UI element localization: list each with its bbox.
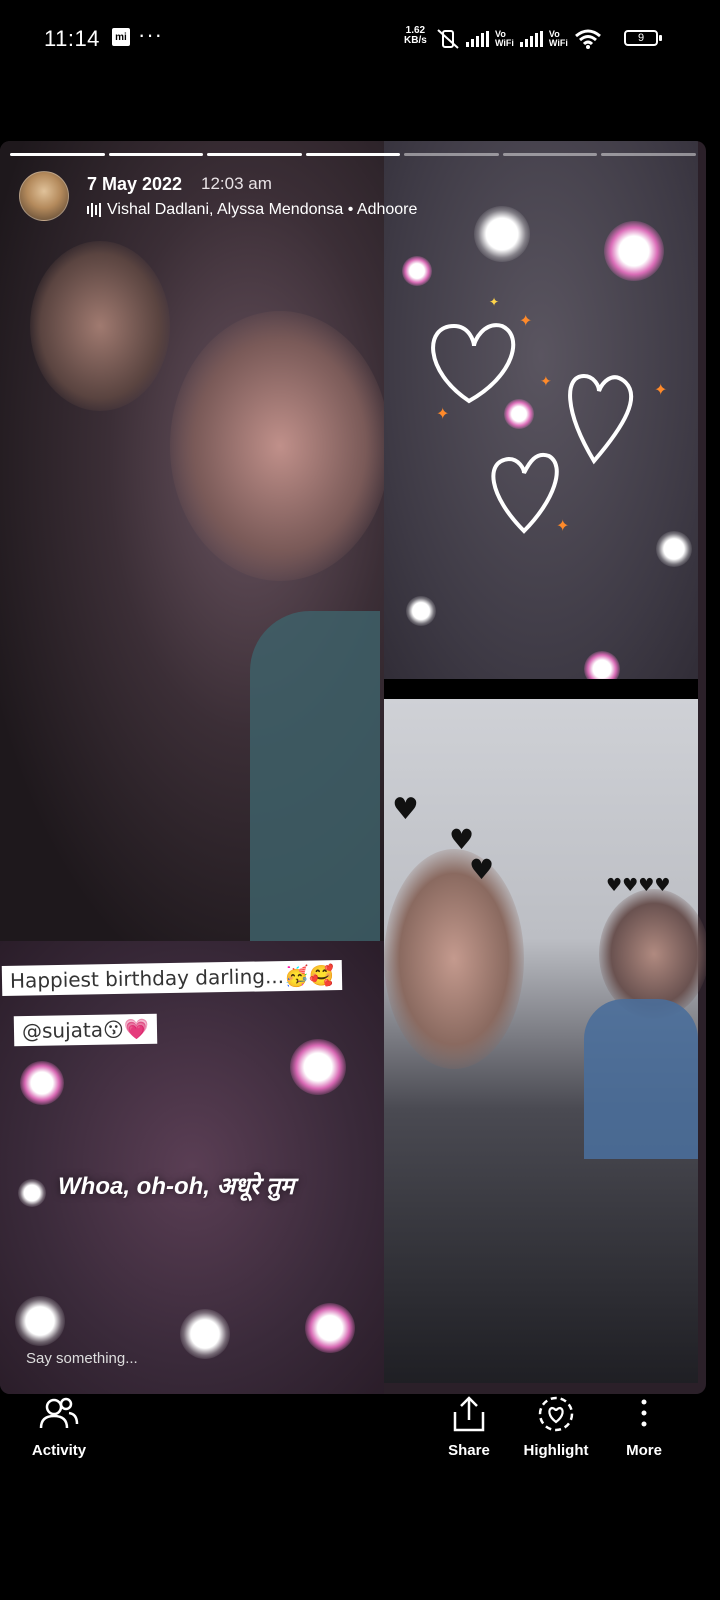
bottom-action-bar: Activity Share Highlight More [0, 1394, 720, 1484]
bokeh-light [180, 1309, 230, 1359]
progress-segment [207, 153, 302, 156]
status-bar: 11:14 mi ··· 1.62 KB/s Vo WiFi Vo WiFi 9 [0, 0, 720, 80]
more-button[interactable]: More [599, 1394, 689, 1459]
share-icon [453, 1396, 485, 1432]
progress-segment [404, 153, 499, 156]
bokeh-light [604, 221, 664, 281]
wifi-icon [574, 29, 601, 49]
more-notifications-icon: ··· [138, 22, 163, 47]
bokeh-light [18, 1179, 46, 1207]
svg-text:✦: ✦ [436, 404, 449, 423]
vowifi-label-2: Vo WiFi [548, 29, 568, 48]
story-progress-bar [10, 153, 697, 157]
signal-icon-2 [519, 31, 543, 47]
svg-text:♥♥♥♥: ♥♥♥♥ [606, 875, 671, 896]
svg-text:✦: ✦ [654, 380, 667, 399]
bokeh-light [406, 596, 436, 626]
highlight-button[interactable]: Highlight [511, 1394, 601, 1459]
svg-text:♥: ♥ [392, 792, 419, 827]
story-time: 12:03 am [201, 174, 272, 193]
activity-icon [39, 1397, 79, 1429]
story-viewer[interactable]: ✦ ✦ ✦ ✦ ✦ ✦ ♥ ♥ ♥ ♥♥♥♥ 7 May 2022 12:03 … [0, 141, 706, 1394]
net-speed-unit: KB/s [404, 35, 427, 46]
svg-text:✦: ✦ [540, 374, 552, 390]
caption-birthday: Happiest birthday darling...🥳🥰 [1, 960, 343, 996]
activity-button[interactable]: Activity [14, 1394, 104, 1459]
status-time: 11:14 [44, 26, 100, 51]
avatar[interactable] [19, 171, 69, 221]
person-photo-1 [30, 241, 170, 411]
svg-text:✦: ✦ [556, 516, 569, 535]
caption-mention[interactable]: @sujata😗💗 [13, 1013, 158, 1047]
bokeh-light [20, 1061, 64, 1105]
photo-panel-bottom-right: ♥ ♥ ♥ ♥♥♥♥ [384, 699, 706, 1383]
caption-panel [0, 941, 384, 1394]
svg-text:♥: ♥ [449, 823, 474, 856]
bokeh-light [290, 1039, 346, 1095]
bokeh-light [305, 1303, 355, 1353]
more-label: More [626, 1442, 662, 1459]
jacket [584, 999, 698, 1159]
svg-text:✦: ✦ [489, 295, 499, 309]
svg-text:♥: ♥ [469, 853, 494, 886]
battery-icon: 9 [624, 30, 662, 46]
signal-icon-1 [466, 31, 489, 47]
vowifi-label-1: Vo WiFi [495, 29, 514, 48]
more-vertical-icon [641, 1399, 647, 1427]
bokeh-light [402, 256, 432, 286]
bokeh-light [15, 1296, 65, 1346]
network-speed: 1.62 KB/s [404, 26, 427, 46]
panel-divider [384, 679, 698, 699]
highlight-label: Highlight [523, 1442, 589, 1459]
progress-segment [305, 153, 401, 156]
reply-input[interactable]: Say something... [26, 1350, 138, 1367]
vibrate-off-icon [437, 29, 459, 49]
svg-text:✦: ✦ [519, 311, 532, 330]
share-label: Share [448, 1442, 490, 1459]
calendar-icon: mi [112, 28, 130, 46]
progress-segment [10, 153, 105, 156]
highlight-icon [538, 1396, 574, 1432]
story-date: 7 May 2022 [87, 174, 183, 194]
progress-segment [108, 153, 204, 156]
backpack-strap [250, 611, 380, 941]
progress-segment [502, 153, 598, 156]
music-info[interactable]: Vishal Dadlani, Alyssa Mendonsa • Adhoor… [87, 201, 417, 219]
bokeh-light [474, 206, 530, 262]
hearts-sticker: ✦ ✦ ✦ ✦ ✦ ✦ [431, 295, 667, 535]
status-icons: Vo WiFi Vo WiFi [436, 24, 602, 54]
music-wave-icon [87, 203, 101, 217]
photo-panel-top-right: ✦ ✦ ✦ ✦ ✦ ✦ [384, 141, 698, 687]
lyric-text: Whoa, oh-oh, अधूरे तुम [58, 1173, 295, 1200]
progress-segment [601, 153, 697, 156]
person-photo-2 [170, 311, 390, 581]
black-hearts-sticker: ♥ ♥ ♥ ♥♥♥♥ [392, 792, 671, 896]
activity-label: Activity [31, 1442, 87, 1459]
share-button[interactable]: Share [424, 1394, 514, 1459]
music-label: Vishal Dadlani, Alyssa Mendonsa • Adhoor… [107, 201, 418, 218]
photo-panel-top-left [0, 141, 390, 941]
